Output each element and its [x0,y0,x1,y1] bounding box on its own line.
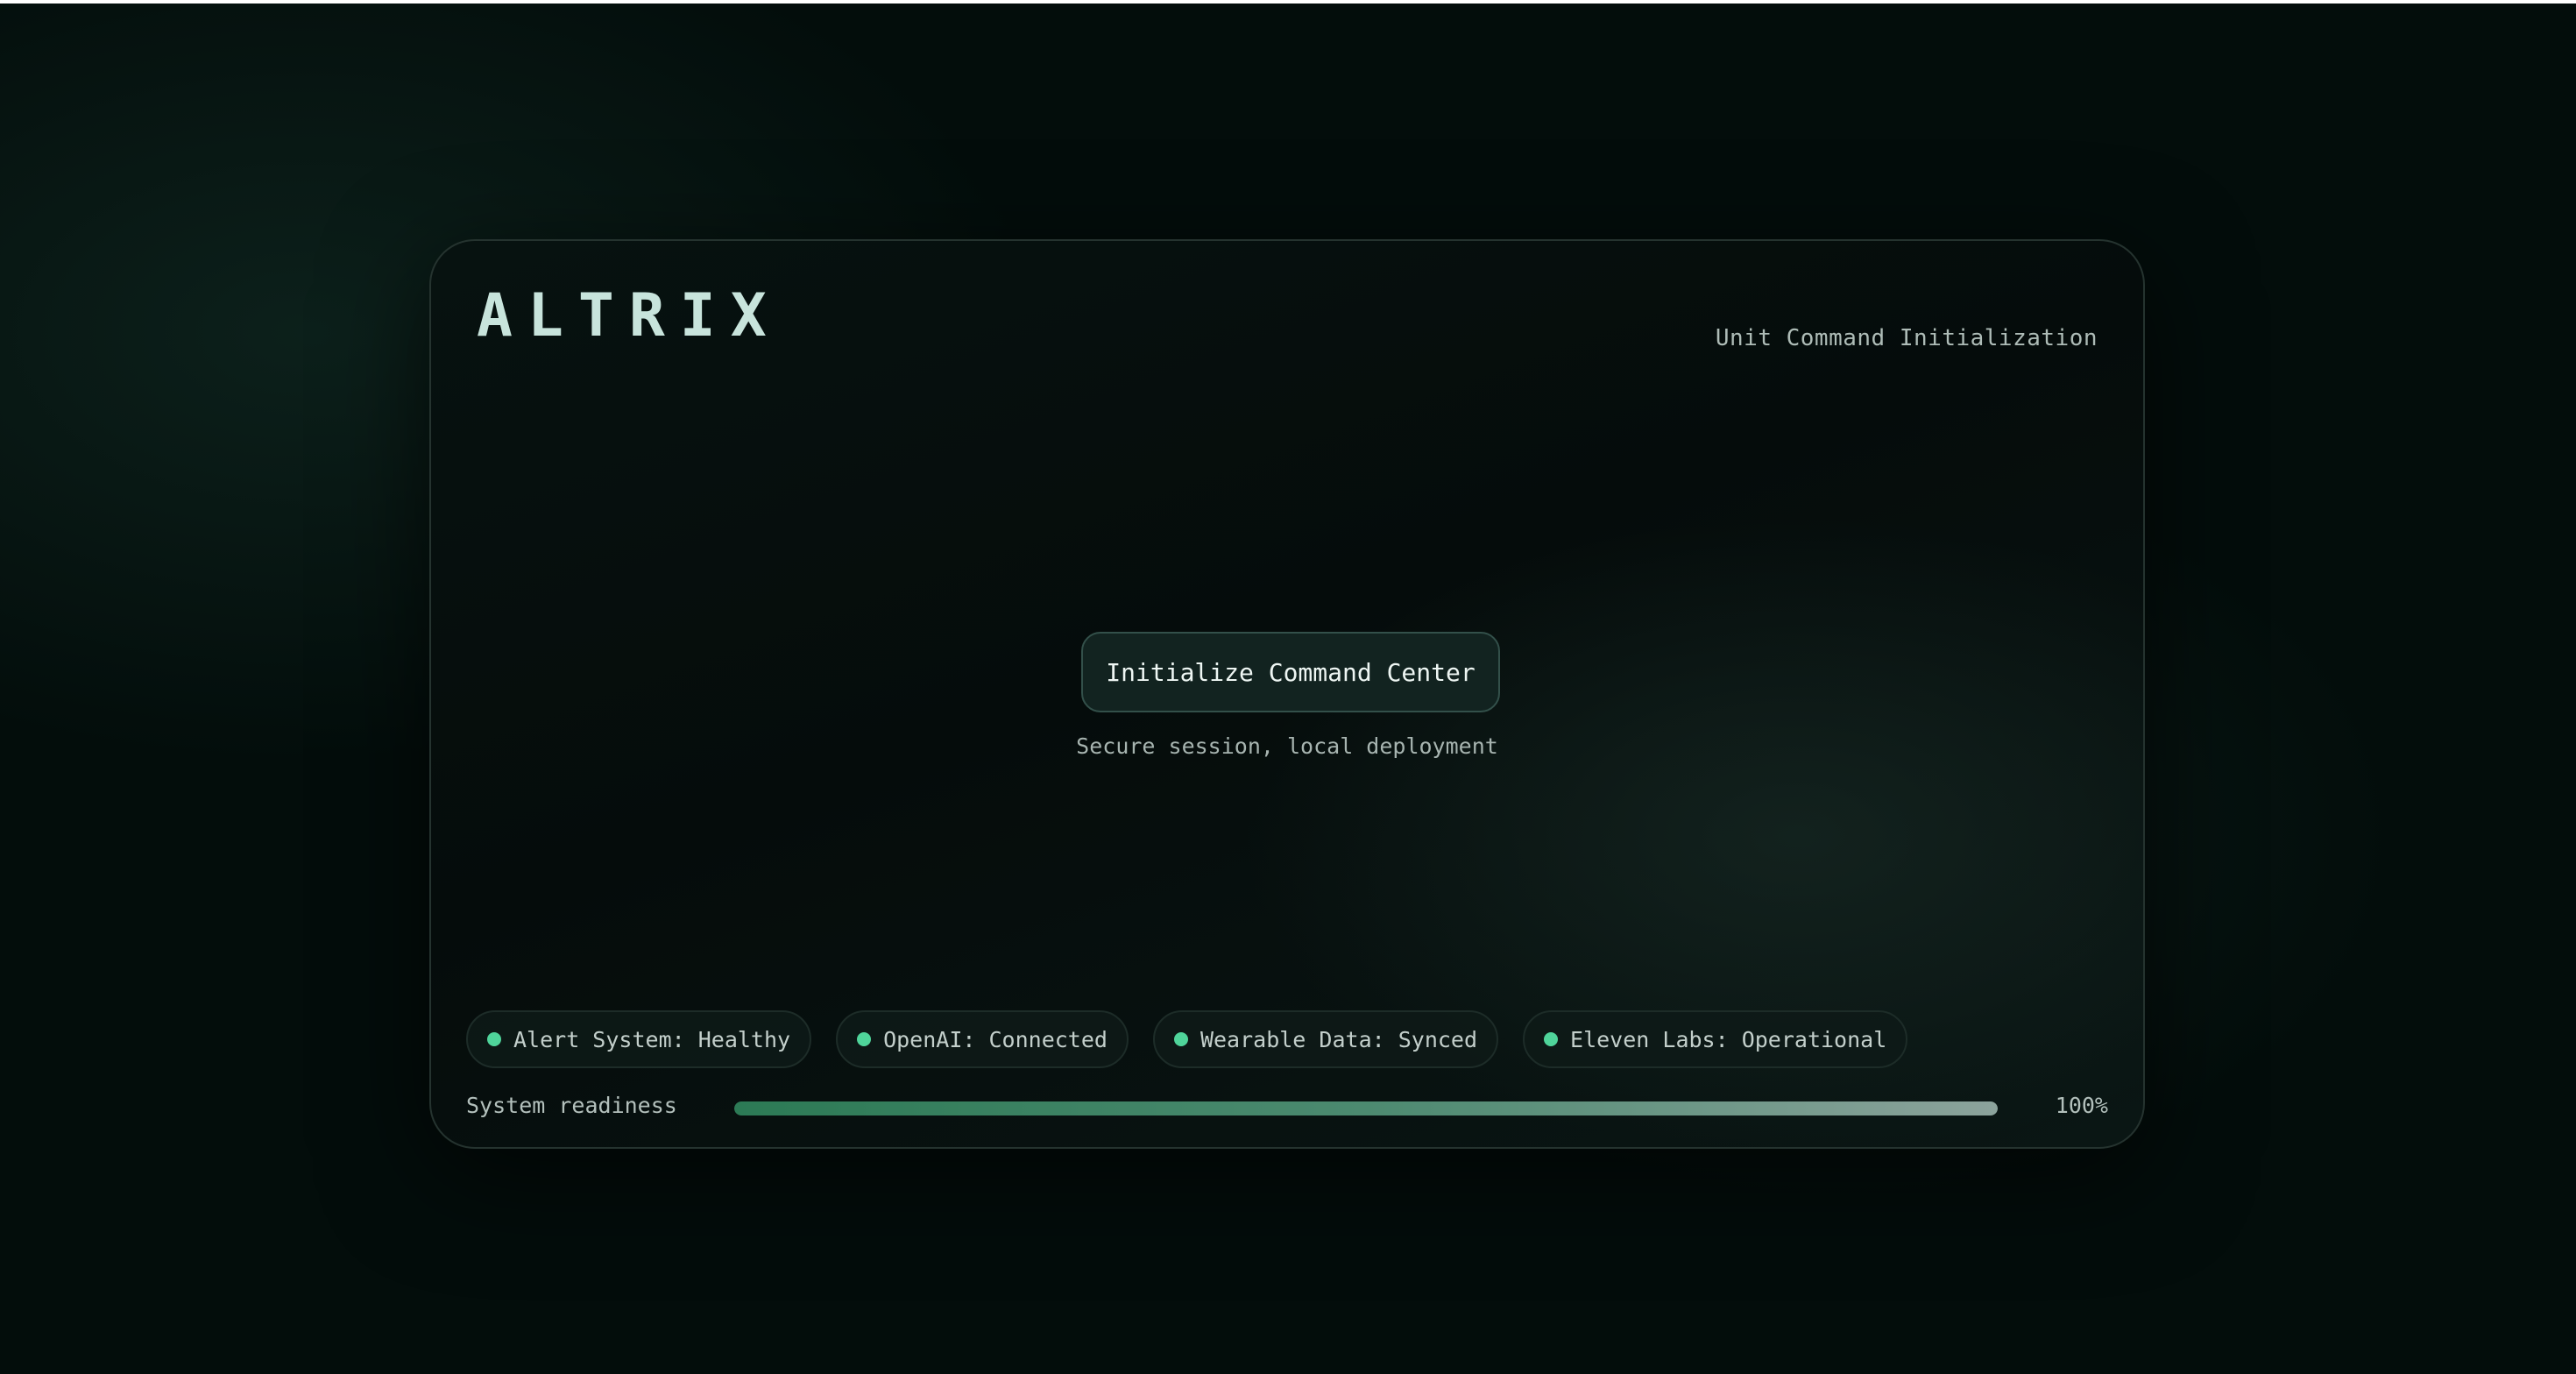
brand-logo: ALTRIX [477,281,782,351]
readiness-label: System readiness [466,1093,677,1118]
status-dot-icon [1173,1032,1188,1046]
status-pill-alert-system: Alert System: Healthy [466,1010,812,1068]
status-dot-icon [1544,1032,1559,1046]
init-card: ALTRIX Unit Command Initialization Initi… [429,239,2145,1149]
status-pill-openai: OpenAI: Connected [836,1010,1129,1068]
top-edge [0,0,2576,4]
status-dot-icon [857,1032,872,1046]
readiness-progress-bar [734,1101,1998,1115]
status-dot-icon [487,1032,501,1046]
readiness-progress-fill [734,1101,1998,1115]
system-readiness: System readiness 100% [466,1089,2108,1124]
session-note: Secure session, local deployment [1076,733,1498,759]
status-pill-eleven-labs: Eleven Labs: Operational [1523,1010,1908,1068]
status-pills: Alert System: Healthy OpenAI: Connected … [466,1010,1908,1068]
status-pill-label: Alert System: Healthy [513,1026,791,1052]
status-pill-label: Eleven Labs: Operational [1570,1026,1887,1052]
initialize-command-center-button[interactable]: Initialize Command Center [1081,632,1500,712]
status-pill-label: OpenAI: Connected [883,1026,1108,1052]
readiness-percent: 100% [2055,1093,2108,1118]
status-pill-label: Wearable Data: Synced [1200,1026,1478,1052]
status-pill-wearable-data: Wearable Data: Synced [1152,1010,1499,1068]
page-subtitle: Unit Command Initialization [1715,325,2098,351]
